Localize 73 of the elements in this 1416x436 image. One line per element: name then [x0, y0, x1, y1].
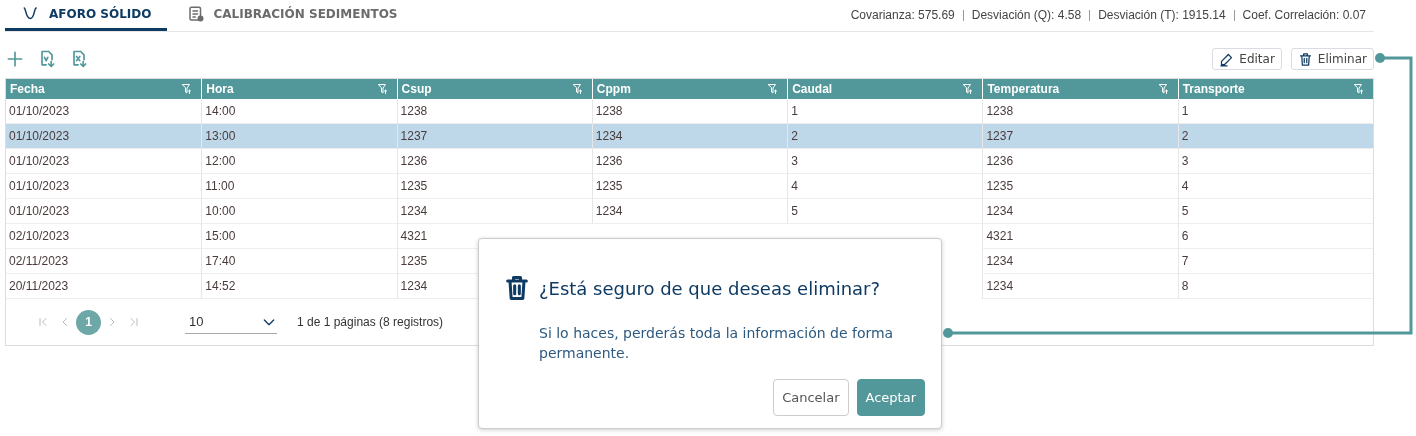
table-cell: 1237	[396, 124, 592, 149]
table-cell: 1236	[591, 149, 788, 174]
table-cell: 1235	[396, 174, 592, 199]
statistic: Desviación (Q): 4.58	[962, 10, 1090, 21]
statistic: Coef. Correlación: 0.07	[1233, 10, 1374, 21]
table-cell: 4	[787, 174, 983, 199]
pagination-summary: 1 de 1 páginas (8 registros)	[297, 315, 444, 329]
filter-icon	[962, 83, 975, 95]
column-header[interactable]: Csup	[396, 79, 592, 99]
table-cell: 2	[1177, 124, 1373, 149]
edit-button[interactable]: Editar	[1212, 48, 1282, 70]
column-header[interactable]: Fecha	[6, 79, 202, 99]
column-header[interactable]: Hora	[201, 79, 397, 99]
table-cell: 14:52	[201, 274, 397, 299]
statistic: Covarianza: 575.69	[849, 10, 956, 21]
table-cell: 15:00	[201, 224, 397, 249]
table-cell: 1236	[982, 149, 1178, 174]
column-header[interactable]: Caudal	[787, 79, 983, 99]
table-cell: 1234	[591, 124, 788, 149]
table-cell: 1234	[982, 199, 1178, 224]
pencil-icon	[1219, 51, 1235, 67]
tab[interactable]: CALIBRACIÓN SEDIMENTOS	[171, 0, 414, 31]
table-cell: 4	[1177, 174, 1373, 199]
table-cell: 10:00	[201, 199, 397, 224]
table-cell: 17:40	[201, 249, 397, 274]
table-cell: 1235	[591, 174, 788, 199]
table-cell: 14:00	[201, 99, 397, 124]
delete-button[interactable]: Eliminar	[1290, 48, 1374, 70]
table-cell: 1234	[591, 199, 788, 224]
table-cell: 1234	[396, 199, 592, 224]
table-cell: 01/10/2023	[6, 124, 202, 149]
document-icon	[187, 5, 206, 23]
table-cell: 1237	[982, 124, 1178, 149]
table-cell: 1	[787, 99, 983, 124]
table-cell: 11:00	[201, 174, 397, 199]
filter-icon	[1353, 83, 1365, 95]
cancel-button[interactable]: Cancelar	[773, 379, 849, 416]
column-header[interactable]: Cppm	[591, 79, 788, 99]
page-size-select[interactable]: 10	[185, 310, 277, 334]
table-cell: 12:00	[201, 149, 397, 174]
table-cell: 5	[1177, 199, 1373, 224]
filter-icon	[376, 83, 389, 95]
accept-button[interactable]: Aceptar	[856, 379, 925, 416]
filter-icon	[181, 83, 194, 95]
table-cell: 3	[1177, 149, 1373, 174]
table-cell: 1236	[396, 149, 592, 174]
plus-icon[interactable]	[5, 49, 25, 69]
column-header[interactable]: Transporte	[1177, 79, 1373, 99]
column-header[interactable]: Temperatura	[982, 79, 1178, 99]
filter-icon	[1157, 83, 1170, 95]
table-cell: 5	[787, 199, 983, 224]
table-cell: 1234	[982, 274, 1178, 299]
statistic: Desviación (T): 1915.14	[1089, 10, 1234, 21]
table-cell: 3	[787, 149, 983, 174]
table-cell: 13:00	[201, 124, 397, 149]
dialog-message: Si lo haces, perderás toda la información de forma permanente.	[539, 324, 895, 363]
filter-icon	[767, 83, 780, 95]
table-cell: 7	[1177, 249, 1373, 274]
table-cell: 8	[1177, 274, 1373, 299]
table-cell: 6	[1177, 224, 1373, 249]
filter-icon	[571, 83, 584, 95]
table-cell: 1238	[396, 99, 592, 124]
trash-icon	[503, 273, 531, 303]
table-cell: 1238	[591, 99, 788, 124]
page-number[interactable]: 1	[76, 309, 101, 335]
table-cell: 4321	[982, 224, 1178, 249]
table-cell: 1	[1177, 99, 1373, 124]
tab[interactable]: AFORO SÓLIDO	[5, 0, 168, 31]
table-cell: 1238	[982, 99, 1178, 124]
table-cell: 1234	[982, 249, 1178, 274]
table-cell: 1235	[982, 174, 1178, 199]
trash-icon	[1297, 51, 1313, 67]
table-cell: 2	[787, 124, 983, 149]
